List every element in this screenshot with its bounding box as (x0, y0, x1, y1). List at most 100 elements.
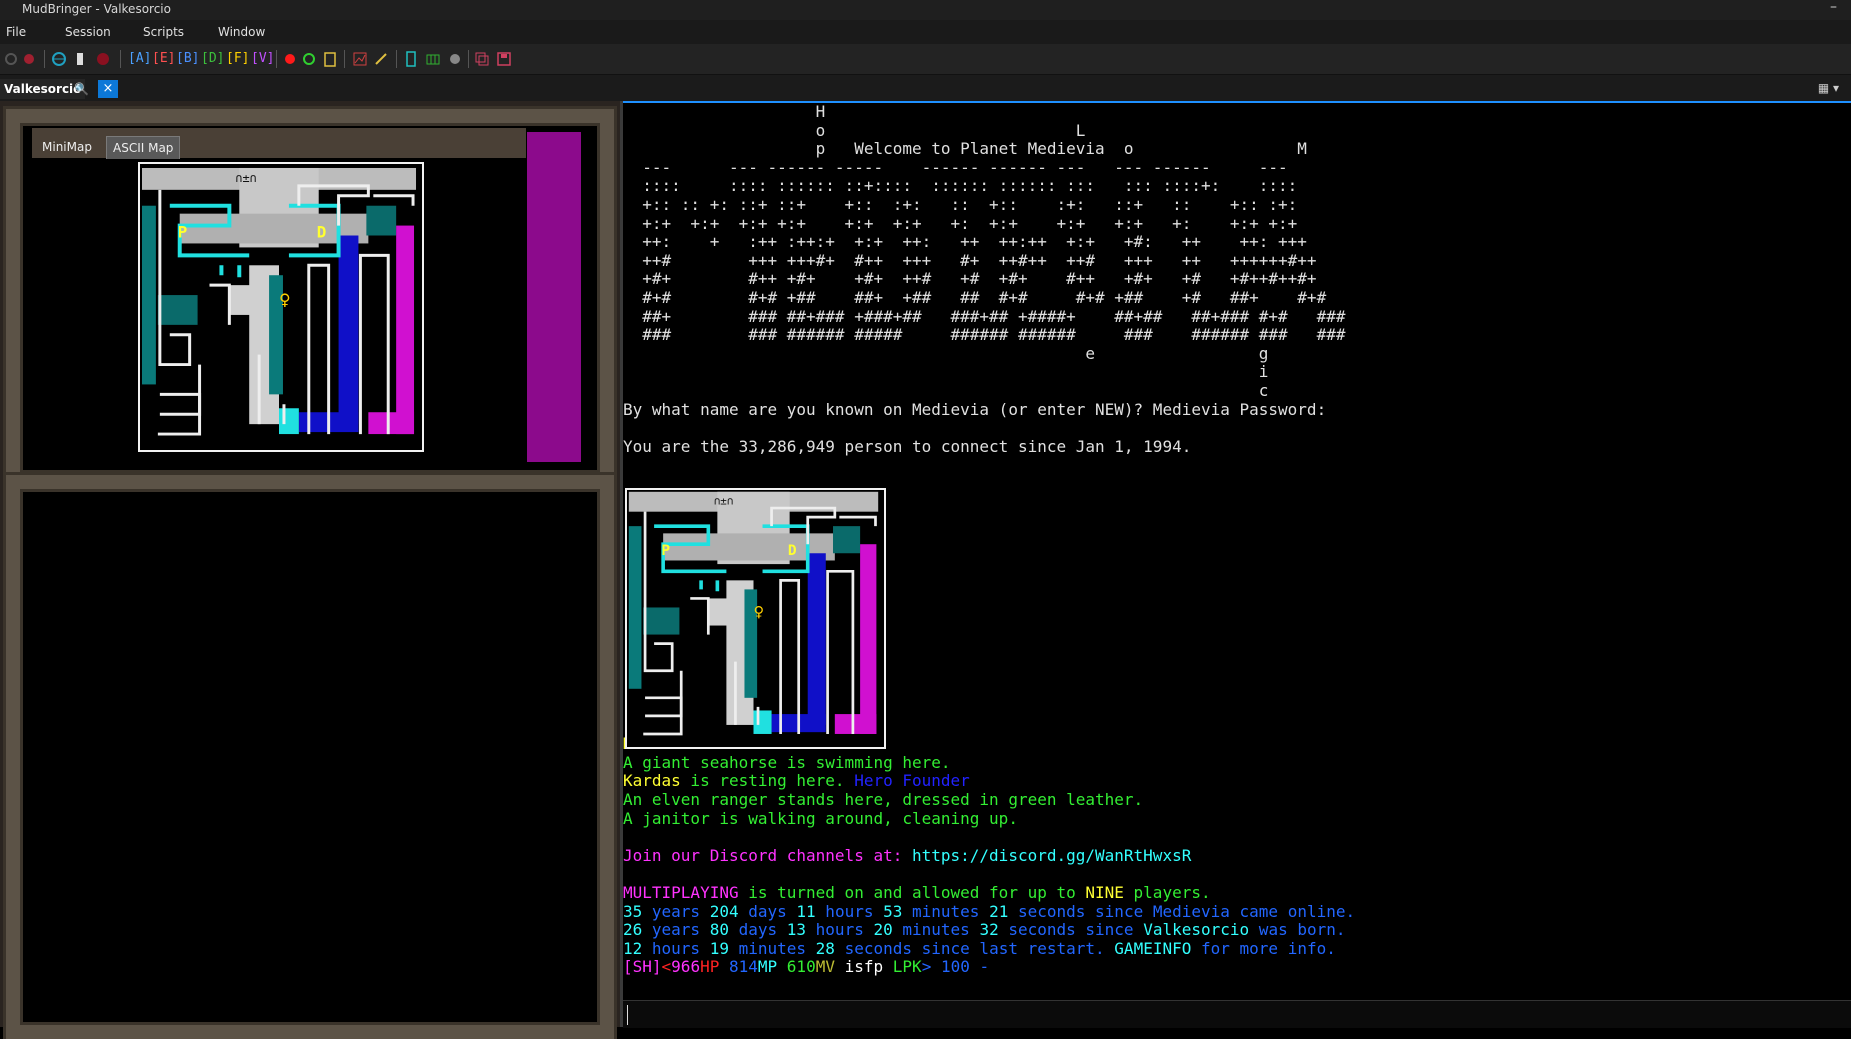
terminal-text: A janitor is walking around, cleaning up… (623, 808, 1018, 828)
map-label-d: D (788, 543, 797, 559)
terminal-line: Kardas is resting here. Hero Founder (623, 772, 1355, 791)
map-magenta-zone (860, 544, 877, 734)
terminal-line: ##+ ### ##+### +###+## ###+## +####+ ##+… (623, 307, 1355, 327)
terminal-text: HP (700, 957, 729, 977)
terminal-text: hours (815, 901, 884, 921)
terminal-line: A giant seahorse is swimming here. (623, 752, 1355, 773)
close-icon[interactable]: × (98, 80, 118, 98)
terminal-line: --- --- ------ ----- ------ ------ --- -… (623, 158, 1355, 178)
events-button[interactable]: [E] (152, 51, 175, 67)
terminal-text: Kardas (623, 771, 681, 791)
map-stipple-room (229, 285, 260, 315)
terminal-text: MP (757, 957, 787, 977)
terminal-text: 19 (709, 938, 729, 958)
terminal-text: years (642, 901, 710, 921)
terminal-line: +:: :: +: ::+ ::+ +:: :+: :: +:: :+: ::+… (623, 194, 1355, 215)
tab-minimap[interactable]: MiniMap (36, 136, 98, 158)
map-teal-left (141, 205, 156, 385)
broom-icon[interactable] (374, 52, 388, 66)
terminal-text: 80 (709, 920, 729, 940)
tab-ascii-map[interactable]: ASCII Map (106, 136, 181, 159)
map-magenta-bottom (368, 412, 415, 435)
terminal-text: A giant seahorse is swimming here. (623, 752, 951, 772)
toolbar: [A] [E] [B] [D] [F] [V] (0, 44, 1851, 75)
clipboard-icon[interactable] (324, 51, 336, 67)
terminal-text: 11 (796, 901, 816, 921)
menu-window[interactable]: Window (218, 25, 265, 39)
terminal-text: You are the 33,286,949 person to connect… (623, 436, 1192, 456)
terminal-line: Join our Discord channels at: https://di… (623, 845, 1355, 866)
terminal-text: hours (806, 920, 874, 940)
terminal-text: seconds since (998, 920, 1144, 940)
terminal-line: You are the 33,286,949 person to connect… (623, 436, 1355, 457)
layout-menu-icon[interactable]: ▦ ▾ (1818, 81, 1839, 95)
terminal-text: ++: + :++ :++:+ +:+ ++: ++ ++:++ +:+ +#:… (623, 232, 1307, 252)
terminal-text: seconds since Medievia came online. (1008, 901, 1356, 921)
terminal-text: [SH] (623, 957, 662, 977)
buttons-button[interactable]: [B] (176, 51, 200, 67)
windows-icon[interactable] (475, 52, 489, 66)
terminal-text: < (661, 957, 672, 977)
map-gate-label: ∩±∩ (714, 494, 734, 507)
menu-session[interactable]: Session (65, 25, 111, 39)
dungeon-map-svg: ∩±∩ P D ♀ (140, 166, 418, 444)
phone-icon[interactable] (405, 51, 417, 67)
map-scrollbar[interactable] (527, 132, 581, 462)
terminal-text: > 100 - (921, 957, 990, 977)
map-blue-zone (338, 235, 359, 425)
grid-icon[interactable] (426, 52, 440, 66)
terminal-line: ### ### ###### ##### ###### ###### ### #… (623, 325, 1355, 345)
map-cyan-block (753, 710, 772, 734)
terminal-text: i (623, 362, 1269, 382)
alias-label: [A] (128, 51, 152, 66)
terminal-text: https://discord.gg/WanRtHwxsR (911, 845, 1192, 865)
map-tab-strip: MiniMap ASCII Map (32, 128, 526, 159)
terminal-text: days (738, 901, 797, 921)
terminal-text: Hero Founder (854, 771, 970, 791)
terminal-text: GAMEINFO (1114, 938, 1192, 958)
toolbar-separator (396, 50, 397, 68)
menu-file[interactable]: File (6, 25, 26, 39)
alias-button[interactable]: [A] (128, 51, 152, 67)
map-teal-right (833, 526, 861, 554)
terminal-line: i (623, 363, 1355, 382)
ascii-map: ∩±∩ P D ♀ (138, 162, 424, 452)
terminal-line: H (623, 103, 1355, 122)
bottle-icon[interactable] (74, 51, 86, 67)
disconnect-icon[interactable] (4, 52, 18, 66)
red-dot-icon[interactable] (283, 52, 297, 66)
session-tab[interactable]: Valkesorcio (0, 79, 86, 99)
refresh-icon[interactable] (302, 52, 316, 66)
command-input[interactable] (627, 1005, 1832, 1025)
gray-dot-icon[interactable] (448, 52, 462, 66)
toolbar-separator (344, 50, 345, 68)
session-tab-bar: Valkesorcio 🔍 × ▦ ▾ (0, 75, 1851, 101)
chart-icon[interactable] (353, 52, 367, 66)
terminal-text: minutes (892, 920, 980, 940)
terminal-line: #+# #+# +## ##+ +## ## #+# #+# +## +# ##… (623, 288, 1355, 308)
globe-icon[interactable] (52, 52, 66, 66)
terminal-line: 35 years 204 days 11 hours 53 minutes 21… (623, 901, 1356, 922)
record-icon[interactable] (96, 52, 110, 66)
map-teal-right (366, 205, 397, 236)
functions-button[interactable]: [F] (226, 51, 249, 67)
map-magenta-zone (396, 225, 415, 435)
display-button[interactable]: [D] (201, 51, 224, 67)
connect-icon[interactable] (22, 52, 36, 66)
terminal-text: +:: :: +: ::+ ::+ +:: :+: :: +:: :+: ::+… (623, 194, 1298, 214)
minimize-button[interactable]: – (1830, 0, 1837, 15)
terminal-text: 13 (786, 920, 807, 940)
map-stipple-room (708, 598, 736, 626)
variables-button[interactable]: [V] (251, 51, 274, 67)
buttons-label: [B] (176, 51, 200, 66)
terminal-text: days (728, 920, 787, 940)
terminal-text: +:+ +:+ +:+ +:+ +:+ +:+ +: +:+ +:+ +:+ +… (623, 213, 1298, 233)
terminal-text: :::: :::: :::::: ::+:::: :::::: :::::: :… (623, 176, 1298, 196)
search-icon[interactable]: 🔍 (74, 79, 89, 99)
save-icon[interactable] (497, 52, 511, 66)
terminal-text: MULTIPLAYING (623, 882, 739, 902)
map-teal-left (628, 526, 642, 689)
terminal-text: H (623, 102, 826, 121)
menu-scripts[interactable]: Scripts (143, 25, 184, 39)
